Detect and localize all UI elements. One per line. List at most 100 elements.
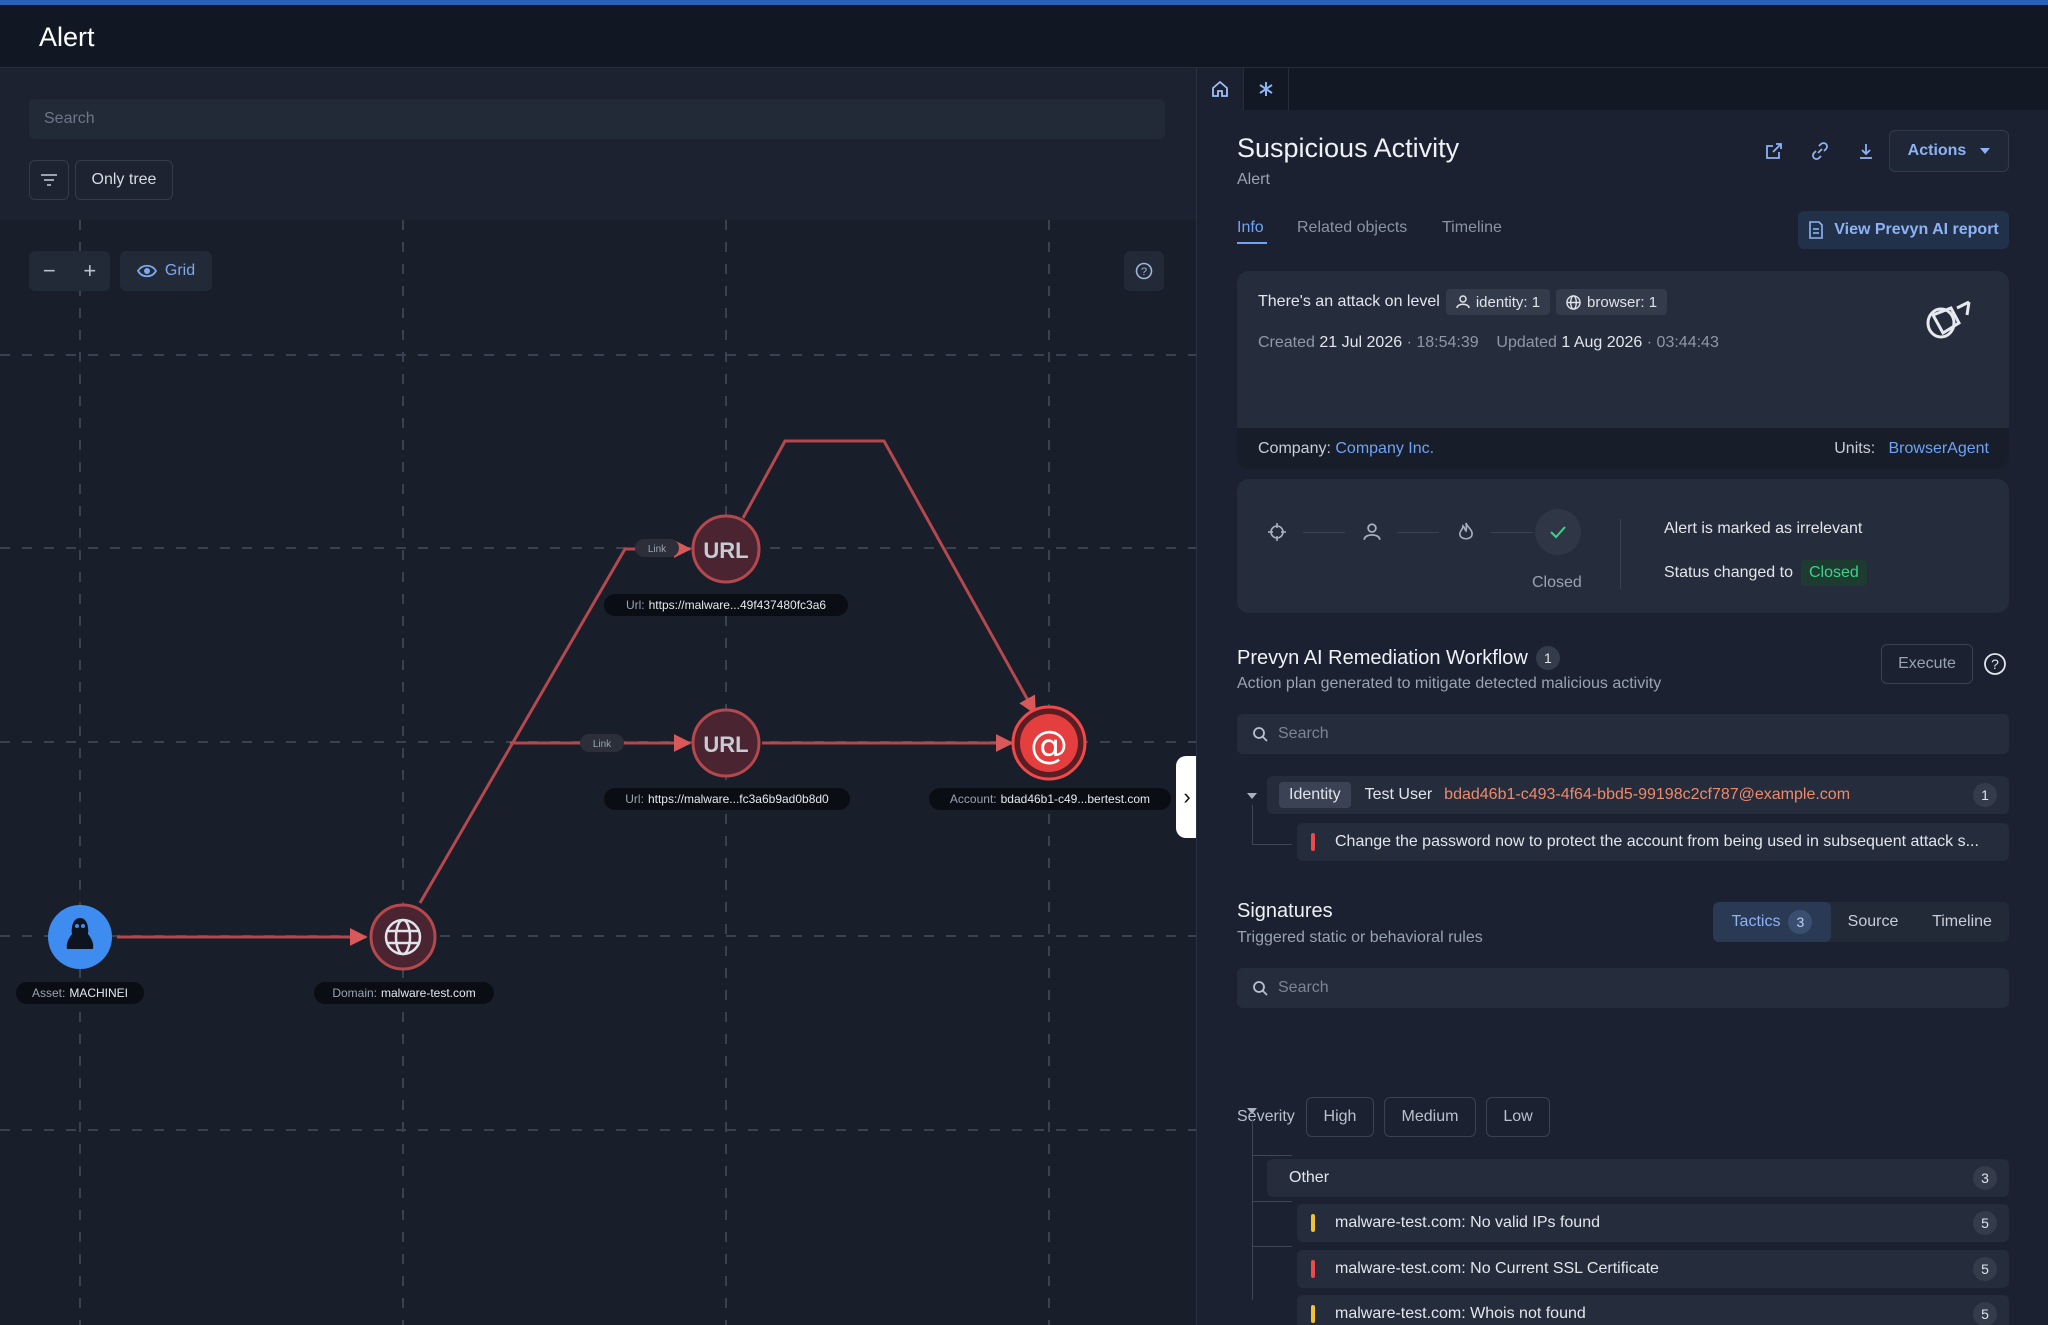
card-footer: Company: Company Inc. Units: BrowserAgen…: [1237, 428, 2009, 469]
severity-medium-button[interactable]: Medium: [1384, 1097, 1476, 1137]
step-assign: [1354, 514, 1390, 550]
tab-info[interactable]: Info: [1237, 219, 1264, 237]
page-title: Alert: [39, 22, 95, 52]
detail-panel: Suspicious Activity Alert Actions Info R…: [1196, 68, 2048, 1325]
node-domain[interactable]: [369, 903, 437, 971]
tree-line: [1252, 1120, 1253, 1300]
node-url1[interactable]: URL: [691, 514, 761, 584]
signature-count: 5: [1973, 1211, 1997, 1235]
collapse-panel-button[interactable]: ›: [1176, 756, 1196, 838]
group-name: Other: [1289, 1169, 1330, 1186]
edge-label-link1: Link: [635, 539, 679, 557]
asset-label: Asset: MACHINEI: [16, 982, 144, 1004]
user-icon: [1456, 295, 1470, 309]
segment-timeline[interactable]: Timeline: [1915, 902, 2009, 942]
signatures-view-segments: Tactics 3 Source Timeline: [1713, 902, 2009, 942]
view-ai-report-button[interactable]: View Prevyn AI report: [1798, 211, 2009, 249]
home-tab[interactable]: [1197, 68, 1243, 110]
company-link[interactable]: Company Inc.: [1335, 440, 1434, 457]
signature-item[interactable]: malware-test.com: No Current SSL Certifi…: [1297, 1250, 2009, 1288]
identity-count: 1: [1973, 783, 1997, 807]
node-url2[interactable]: URL: [691, 708, 761, 778]
step-connector: [1397, 532, 1439, 533]
download-icon: [1860, 144, 1872, 159]
alert-title: Suspicious Activity: [1237, 133, 1460, 163]
graph-help-button[interactable]: ?: [1124, 251, 1164, 291]
status-change: Status changed to Closed: [1664, 560, 1867, 586]
open-external-button[interactable]: [1759, 136, 1789, 166]
home-icon: [1212, 80, 1228, 97]
signature-text: malware-test.com: No Current SSL Certifi…: [1335, 1260, 1659, 1277]
user-email[interactable]: bdad46b1-c493-4f64-bbd5-99198c2cf787@exa…: [1444, 786, 1850, 804]
tab-timeline[interactable]: Timeline: [1442, 219, 1502, 237]
flame-icon: [1459, 522, 1473, 540]
remediation-subtitle: Action plan generated to mitigate detect…: [1237, 675, 1662, 692]
page-header: Alert: [0, 5, 2048, 68]
graph-tab[interactable]: [1243, 68, 1289, 110]
svg-text:Link: Link: [593, 739, 612, 750]
graph-edges: [117, 439, 1037, 946]
actions-dropdown[interactable]: Actions: [1889, 130, 2009, 172]
actions-label: Actions: [1907, 142, 1967, 159]
remediation-search-input[interactable]: Search: [1237, 714, 2009, 754]
link-icon: [1812, 142, 1828, 160]
browser-chip[interactable]: browser: 1: [1556, 289, 1668, 315]
group-count: 3: [1973, 1166, 1997, 1190]
grid-toggle[interactable]: Grid: [120, 251, 212, 291]
segment-source[interactable]: Source: [1831, 902, 1915, 942]
collapse-caret[interactable]: [1247, 793, 1257, 799]
signatures-subtitle: Triggered static or behavioral rules: [1237, 929, 1483, 946]
globe-icon: [1566, 294, 1581, 310]
edge-label-link2: Link: [580, 734, 624, 752]
svg-text:URL: URL: [703, 538, 748, 563]
zoom-in-button[interactable]: +: [70, 251, 111, 291]
status-divider: [1620, 519, 1621, 589]
url2-label: Url: https://malware...fc3a6b9ad0b8d0: [604, 788, 850, 810]
copy-link-button[interactable]: [1805, 136, 1835, 166]
signatures-search-input[interactable]: Search: [1237, 968, 2009, 1008]
units-link[interactable]: BrowserAgent: [1889, 440, 1990, 457]
remediation-title: Prevyn AI Remediation Workflow 1: [1237, 646, 1560, 670]
signature-item[interactable]: malware-test.com: No valid IPs found 5: [1297, 1204, 2009, 1242]
remediation-action-row[interactable]: Change the password now to protect the a…: [1297, 823, 2009, 861]
signature-item[interactable]: malware-test.com: Whois not found 5: [1297, 1295, 2009, 1325]
identity-row[interactable]: Identity Test User bdad46b1-c493-4f64-bb…: [1267, 776, 2009, 814]
graph-panel: Link Link URL URL @ Search Only tree − +…: [0, 68, 1196, 1325]
signature-group-row[interactable]: Other 3: [1267, 1159, 2009, 1197]
external-link-icon: [1766, 143, 1782, 159]
svg-text:URL: URL: [703, 732, 748, 757]
severity-low-button[interactable]: Low: [1486, 1097, 1550, 1137]
node-asset[interactable]: [48, 905, 112, 969]
svg-text:?: ?: [1141, 266, 1147, 278]
execute-button[interactable]: Execute: [1881, 644, 1973, 684]
step-closed: [1535, 509, 1581, 555]
svg-text:?: ?: [1991, 656, 1999, 672]
filter-button[interactable]: [29, 160, 69, 200]
zoom-out-button[interactable]: −: [29, 251, 70, 291]
edge-url1-account: [741, 439, 1037, 715]
signature-count: 5: [1973, 1302, 1997, 1325]
tree-line: [1252, 1201, 1292, 1202]
segment-tactics[interactable]: Tactics 3: [1713, 902, 1831, 942]
user-icon: [1363, 523, 1381, 540]
attack-level: There's an attack on level identity: 1 b…: [1258, 289, 1668, 315]
caret-down-icon: [1980, 148, 1991, 154]
domain-label: Domain: malware-test.com: [314, 982, 494, 1004]
severity-high-button[interactable]: High: [1306, 1097, 1374, 1137]
download-button[interactable]: [1851, 136, 1881, 166]
identity-chip[interactable]: identity: 1: [1445, 289, 1551, 315]
severity-bar: [1311, 1214, 1315, 1232]
tab-related-objects[interactable]: Related objects: [1297, 219, 1407, 237]
status-badge: Closed: [1800, 560, 1867, 586]
collapse-caret[interactable]: [1247, 1108, 1257, 1114]
node-account[interactable]: @: [1011, 705, 1087, 781]
only-tree-toggle[interactable]: Only tree: [75, 160, 173, 200]
status-message: Alert is marked as irrelevant: [1664, 520, 1863, 537]
severity-bar: [1311, 1260, 1315, 1278]
step-connector: [1303, 532, 1345, 533]
filter-icon: [41, 174, 57, 186]
identity-chip: Identity: [1279, 782, 1351, 808]
graph-search-input[interactable]: Search: [29, 99, 1165, 139]
ai-report-label: View Prevyn AI report: [1834, 221, 1999, 238]
help-circle-icon[interactable]: ?: [1983, 652, 2007, 676]
